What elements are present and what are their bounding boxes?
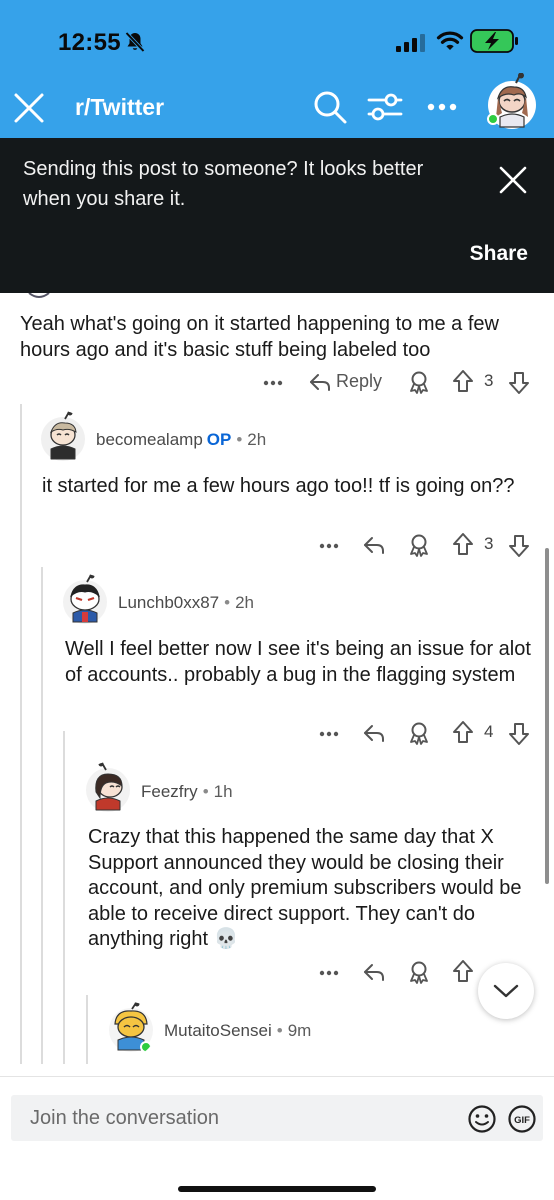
avatar xyxy=(41,411,85,461)
reply-icon[interactable] xyxy=(362,960,386,984)
subreddit-title[interactable]: r/Twitter xyxy=(75,94,164,121)
upvote-icon[interactable] xyxy=(452,720,474,745)
home-indicator xyxy=(178,1186,376,1192)
vote-count: 3 xyxy=(484,371,494,390)
share-button[interactable]: Share xyxy=(470,242,528,266)
comment-meta: MutaitoSensei • 9m xyxy=(164,1021,312,1040)
chevron-down-icon xyxy=(493,984,519,998)
comment-text: Crazy that this happened the same day th… xyxy=(88,826,522,950)
thread-line xyxy=(41,567,43,1064)
vote-count: 4 xyxy=(484,722,494,741)
award-icon[interactable] xyxy=(408,533,430,557)
comment-meta: Lunchb0xx87 • 2h xyxy=(118,593,255,612)
more-options-icon[interactable] xyxy=(424,90,460,124)
comment-meta: Feezfry • 1h xyxy=(141,782,233,801)
silent-bell-icon xyxy=(125,31,145,53)
search-icon[interactable] xyxy=(312,89,348,125)
app-header: 12:55 r/Twitter xyxy=(0,0,554,138)
comment-age: 2h xyxy=(235,593,255,612)
toast-message: Sending this post to someone? It looks b… xyxy=(23,158,424,210)
reply-button[interactable]: Reply xyxy=(336,371,382,392)
thread-line xyxy=(63,731,65,1064)
comment-text: Yeah what's going on it started happenin… xyxy=(20,313,499,361)
more-options-icon[interactable] xyxy=(262,372,284,392)
battery-charging-icon xyxy=(470,29,518,53)
upvote-icon[interactable] xyxy=(452,959,474,984)
avatar xyxy=(109,1002,153,1053)
avatar xyxy=(63,574,107,624)
more-options-icon[interactable] xyxy=(318,723,340,743)
award-icon[interactable] xyxy=(408,960,430,984)
comment-age: 9m xyxy=(287,1021,312,1040)
vote-count: 3 xyxy=(484,534,494,553)
username[interactable]: Feezfry xyxy=(141,782,198,801)
more-options-icon[interactable] xyxy=(318,535,340,555)
avatar xyxy=(86,762,130,812)
op-badge: OP xyxy=(206,430,232,449)
reply-icon[interactable] xyxy=(308,370,332,394)
avatar-partial xyxy=(28,293,50,298)
status-bar: 12:55 xyxy=(0,0,554,80)
join-conversation-input[interactable]: Join the conversation GIF xyxy=(11,1095,543,1141)
upvote-icon[interactable] xyxy=(452,369,474,394)
upvote-icon[interactable] xyxy=(452,532,474,557)
composer-placeholder: Join the conversation xyxy=(30,1107,220,1129)
downvote-icon[interactable] xyxy=(508,721,530,746)
comment-actions: 4 xyxy=(318,718,538,748)
username[interactable]: becomealamp xyxy=(96,430,203,449)
username[interactable]: Lunchb0xx87 xyxy=(118,593,219,612)
reply-icon[interactable] xyxy=(362,721,386,745)
award-icon[interactable] xyxy=(408,370,430,394)
scrollbar[interactable] xyxy=(545,548,549,884)
comment-actions: 3 xyxy=(318,530,538,560)
more-options-icon[interactable] xyxy=(318,962,340,982)
next-comment-button[interactable] xyxy=(478,963,534,1019)
user-avatar[interactable] xyxy=(484,73,540,131)
cell-signal-icon xyxy=(396,34,425,52)
toast-close-icon[interactable] xyxy=(498,165,528,195)
share-toast: Sending this post to someone? It looks b… xyxy=(0,138,554,293)
wifi-icon xyxy=(436,31,464,50)
sort-filter-icon[interactable] xyxy=(367,90,403,124)
status-time: 12:55 xyxy=(58,29,121,56)
reply-icon[interactable] xyxy=(362,533,386,557)
username[interactable]: MutaitoSensei xyxy=(164,1021,272,1040)
comment-actions: Reply 3 xyxy=(262,367,542,397)
thread-line xyxy=(86,995,88,1064)
comment-age: 2h xyxy=(247,430,267,449)
gif-icon[interactable]: GIF xyxy=(507,1104,537,1134)
comment-composer: Join the conversation GIF xyxy=(0,1076,554,1200)
comment-age: 1h xyxy=(213,782,233,801)
comment-text: Well I feel better now I see it's being … xyxy=(65,638,531,686)
thread-line xyxy=(20,404,22,1064)
gif-label: GIF xyxy=(514,1115,530,1126)
downvote-icon[interactable] xyxy=(508,370,530,395)
nav-row: r/Twitter xyxy=(0,73,554,138)
award-icon[interactable] xyxy=(408,721,430,745)
comment-text: it started for me a few hours ago too!! … xyxy=(42,475,515,497)
emoji-icon[interactable] xyxy=(467,1104,497,1134)
comment-meta: becomealamp OP • 2h xyxy=(96,430,267,449)
close-icon[interactable] xyxy=(12,91,46,125)
downvote-icon[interactable] xyxy=(508,533,530,558)
